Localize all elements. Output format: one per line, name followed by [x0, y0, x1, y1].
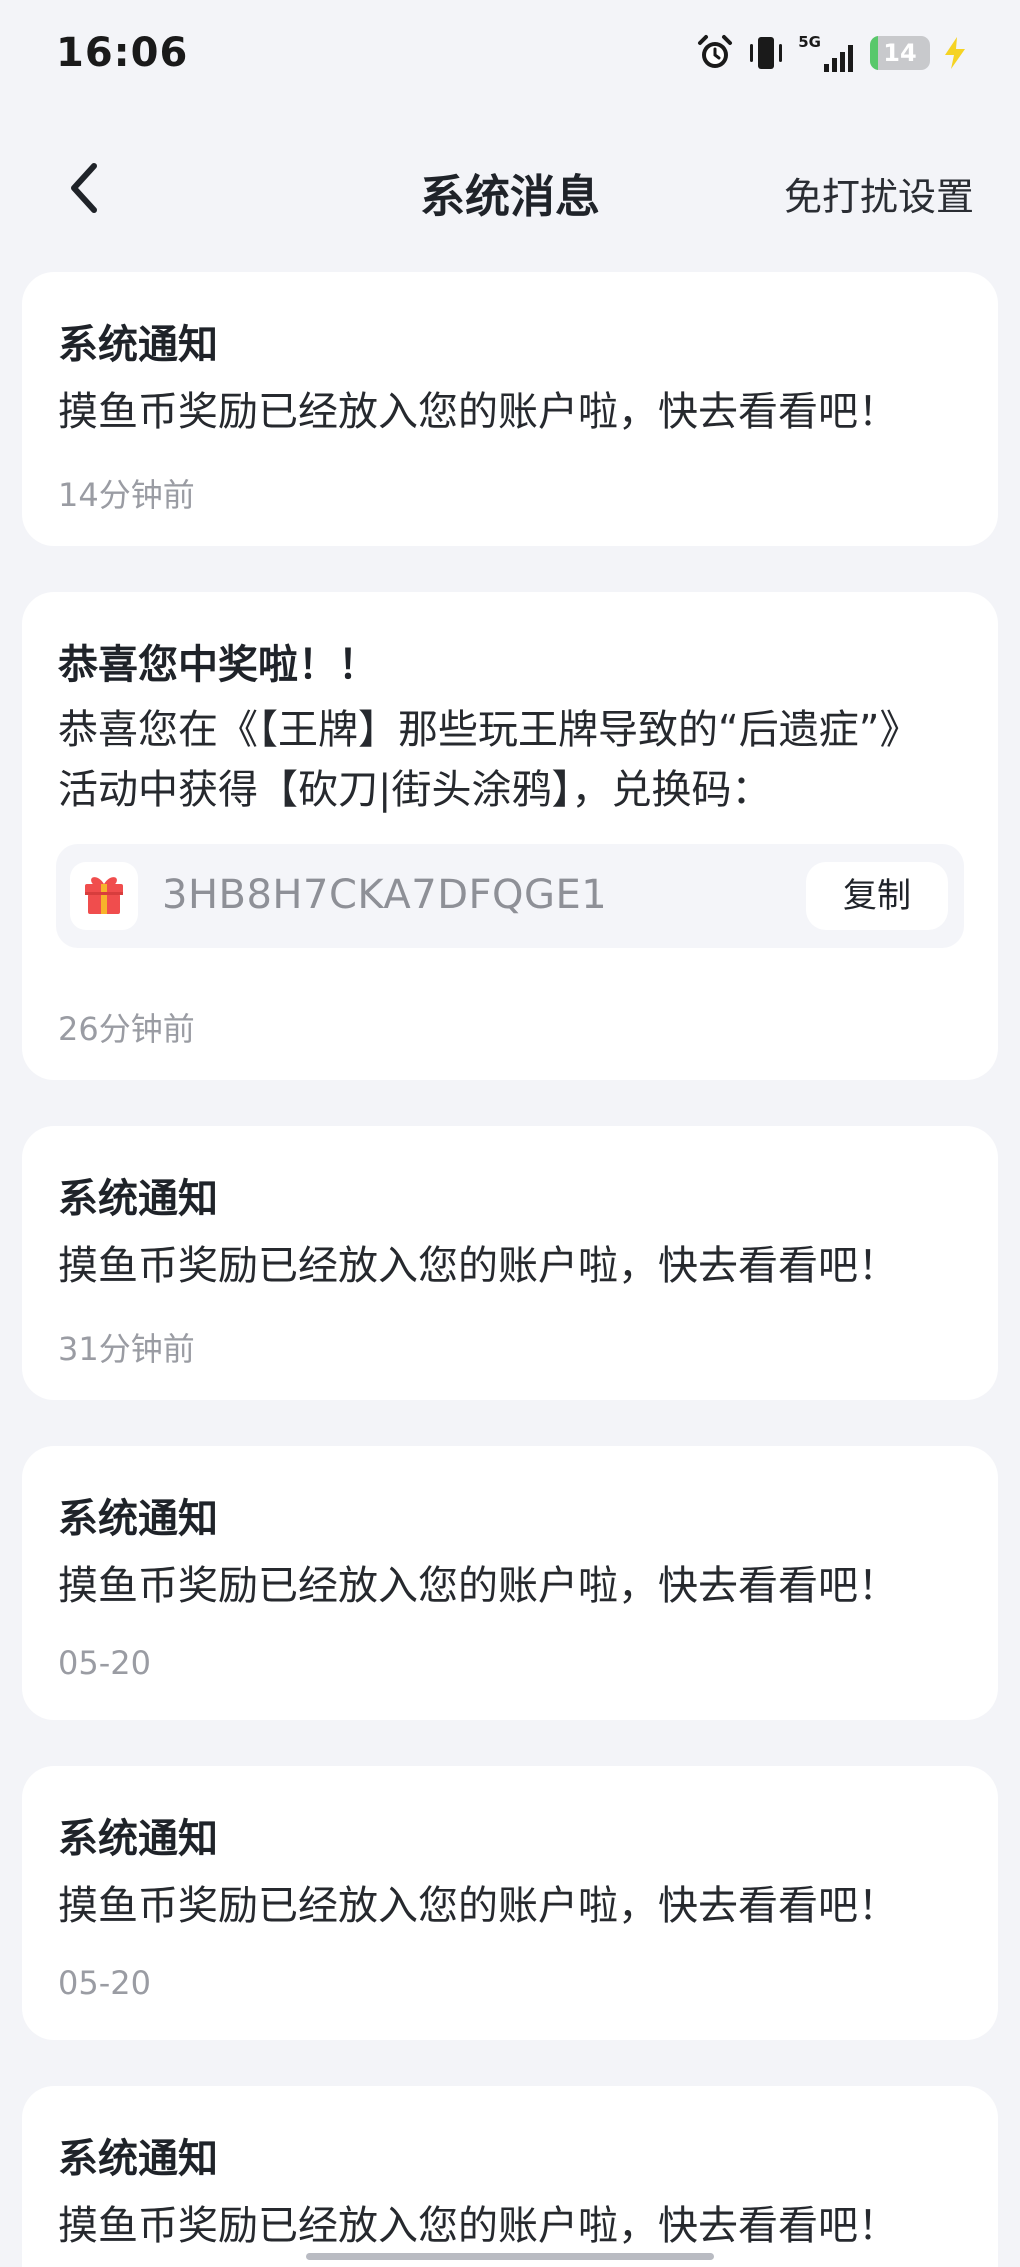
do-not-disturb-settings-button[interactable]: 免打扰设置 — [784, 166, 974, 221]
message-title: 系统通知 — [58, 2136, 218, 2182]
message-title: 系统通知 — [58, 1496, 218, 1542]
message-card[interactable]: 系统通知 摸鱼币奖励已经放入您的账户啦，快去看看吧！ 05-20 — [22, 1766, 998, 2040]
message-time: 26分钟前 — [58, 1010, 195, 1048]
message-body: 摸鱼币奖励已经放入您的账户啦，快去看看吧！ — [58, 389, 898, 435]
message-body: 摸鱼币奖励已经放入您的账户啦，快去看看吧！ — [58, 2203, 898, 2249]
message-title: 系统通知 — [58, 1816, 218, 1862]
message-time: 31分钟前 — [58, 1330, 195, 1368]
redeem-code[interactable]: 3HB8H7CKA7DFQGE1 — [162, 872, 607, 918]
alarm-icon — [696, 34, 734, 72]
message-title: 恭喜您中奖啦！！ — [58, 642, 378, 688]
message-time: 05-20 — [58, 1964, 151, 2002]
home-indicator[interactable] — [306, 2253, 714, 2260]
status-bar: 16:06 5G 14 — [0, 0, 1020, 110]
network-type: 5G — [798, 33, 821, 51]
vibrate-icon — [746, 34, 786, 72]
battery-level: 14 — [883, 39, 917, 67]
prize-message-card[interactable]: 恭喜您中奖啦！！ 恭喜您在《【王牌】那些玩王牌导致的“后遗症”》 活动中获得【砍… — [22, 592, 998, 1080]
message-card[interactable]: 系统通知 摸鱼币奖励已经放入您的账户啦，快去看看吧！ 14分钟前 — [22, 272, 998, 546]
signal-icon: 5G — [798, 34, 858, 72]
message-card[interactable]: 系统通知 摸鱼币奖励已经放入您的账户啦，快去看看吧！ 31分钟前 — [22, 1126, 998, 1400]
battery-icon: 14 — [870, 36, 930, 70]
gift-icon — [80, 870, 128, 922]
message-body: 摸鱼币奖励已经放入您的账户啦，快去看看吧！ — [58, 1563, 898, 1609]
redeem-code-box: 3HB8H7CKA7DFQGE1 复制 — [56, 844, 964, 948]
status-time: 16:06 — [56, 30, 189, 76]
charging-icon — [942, 36, 968, 70]
gift-tile — [70, 862, 138, 930]
message-time: 05-20 — [58, 1644, 151, 1682]
nav-bar: 系统消息 免打扰设置 — [0, 140, 1020, 240]
message-body: 摸鱼币奖励已经放入您的账户啦，快去看看吧！ — [58, 1883, 898, 1929]
message-body-line-2: 活动中获得【砍刀|街头涂鸦】，兑换码： — [58, 767, 772, 813]
message-card[interactable]: 系统通知 摸鱼币奖励已经放入您的账户啦，快去看看吧！ 05-20 — [22, 1446, 998, 1720]
message-body: 摸鱼币奖励已经放入您的账户啦，快去看看吧！ — [58, 1243, 898, 1289]
copy-button[interactable]: 复制 — [806, 862, 948, 930]
message-title: 系统通知 — [58, 1176, 218, 1222]
status-icons: 5G 14 — [696, 30, 968, 76]
message-card[interactable]: 系统通知 摸鱼币奖励已经放入您的账户啦，快去看看吧！ — [22, 2086, 998, 2267]
message-time: 14分钟前 — [58, 476, 195, 514]
message-body-line-1: 恭喜您在《【王牌】那些玩王牌导致的“后遗症”》 — [58, 707, 920, 753]
message-title: 系统通知 — [58, 322, 218, 368]
